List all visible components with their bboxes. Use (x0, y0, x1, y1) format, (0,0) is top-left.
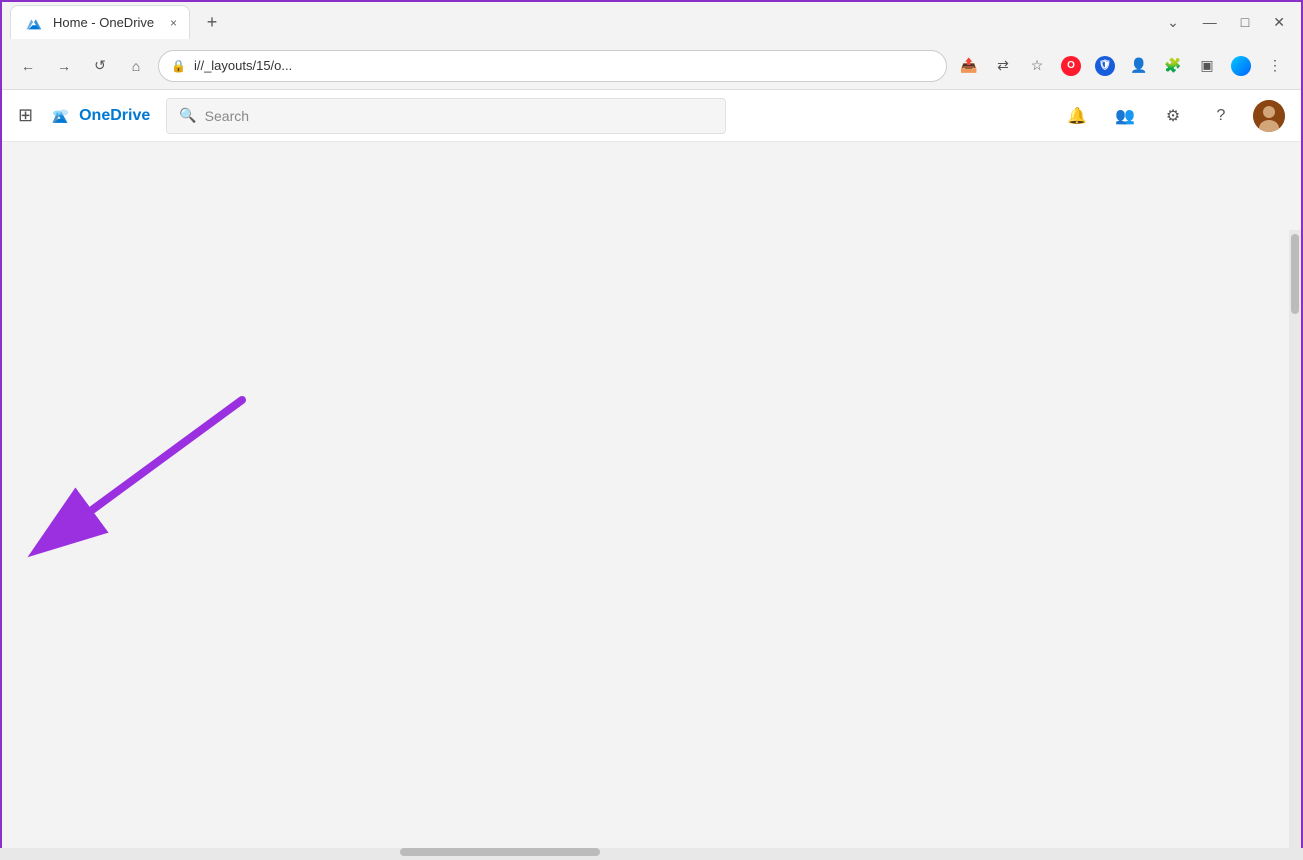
splashui-icon (1231, 56, 1251, 76)
help-icon[interactable]: ? (1205, 100, 1237, 132)
tab-bar: Home - OneDrive × + (10, 5, 1155, 39)
reload-button[interactable]: ↺ (86, 52, 114, 80)
tab-close-button[interactable]: × (170, 16, 177, 30)
opera-ext-icon[interactable]: O (1057, 52, 1085, 80)
extensions-icon[interactable]: 🧩 (1159, 52, 1187, 80)
scrollbar-thumb[interactable] (1291, 234, 1299, 314)
active-tab[interactable]: Home - OneDrive × (10, 5, 190, 39)
search-icon: 🔍 (179, 107, 196, 124)
window-controls: ⌄ — □ ✕ (1159, 10, 1293, 35)
share-people-icon[interactable]: 👥 (1109, 100, 1141, 132)
minimize-button[interactable]: — (1195, 10, 1225, 35)
app-topbar: ⊞ OneDrive 🔍 Search 🔔 👥 ⚙ ? (2, 90, 1301, 142)
share-browser-icon[interactable]: ⇄ (989, 52, 1017, 80)
sidebar-toggle-icon[interactable]: ▣ (1193, 52, 1221, 80)
horizontal-scrollbar-thumb[interactable] (400, 848, 600, 856)
app-title: OneDrive (79, 107, 150, 125)
browser-titlebar: Home - OneDrive × + ⌄ — □ ✕ (2, 2, 1301, 42)
notification-icon[interactable]: 🔔 (1061, 100, 1093, 132)
browser-toolbar: ← → ↺ ⌂ 🔒 i//_layouts/15/o... 📤 ⇄ ☆ O 🛡 … (2, 42, 1301, 90)
more-options-icon[interactable]: ⋮ (1261, 52, 1289, 80)
app-logo: OneDrive (49, 105, 150, 127)
bookmark-icon[interactable]: ☆ (1023, 52, 1051, 80)
new-tab-button[interactable]: + (198, 8, 226, 36)
user-avatar[interactable] (1253, 100, 1285, 132)
lock-icon: 🔒 (171, 59, 186, 73)
forward-button[interactable]: → (50, 52, 78, 80)
address-bar[interactable]: 🔒 i//_layouts/15/o... (158, 50, 947, 82)
tab-title: Home - OneDrive (53, 15, 154, 30)
topbar-actions: 🔔 👥 ⚙ ? (1061, 100, 1285, 132)
tab-favicon (23, 12, 45, 34)
avatar-image (1253, 100, 1285, 132)
search-bar[interactable]: 🔍 Search (166, 98, 726, 134)
unknown-ext-icon[interactable]: 👤 (1125, 52, 1153, 80)
onedrive-logo-icon (49, 105, 71, 127)
horizontal-scrollbar[interactable] (0, 848, 1303, 860)
maximize-button[interactable]: □ (1233, 10, 1257, 35)
opera-icon: O (1061, 56, 1081, 76)
window-dropdown[interactable]: ⌄ (1159, 10, 1187, 35)
annotation-arrow (62, 390, 282, 590)
browser-toolbar-icons: 📤 ⇄ ☆ O 🛡 👤 🧩 ▣ ⋮ (955, 52, 1289, 80)
download-icon[interactable]: 📤 (955, 52, 983, 80)
back-button[interactable]: ← (14, 52, 42, 80)
settings-icon[interactable]: ⚙ (1157, 100, 1189, 132)
home-button[interactable]: ⌂ (122, 52, 150, 80)
scrollbar-track[interactable] (1289, 230, 1301, 858)
url-display: i//_layouts/15/o... (194, 58, 934, 73)
search-placeholder: Search (205, 108, 249, 124)
grid-icon[interactable]: ⊞ (18, 105, 33, 126)
bitwarden-ext-icon[interactable]: 🛡 (1091, 52, 1119, 80)
splashui-ext-icon[interactable] (1227, 52, 1255, 80)
close-button[interactable]: ✕ (1265, 10, 1293, 35)
bitwarden-icon: 🛡 (1095, 56, 1115, 76)
